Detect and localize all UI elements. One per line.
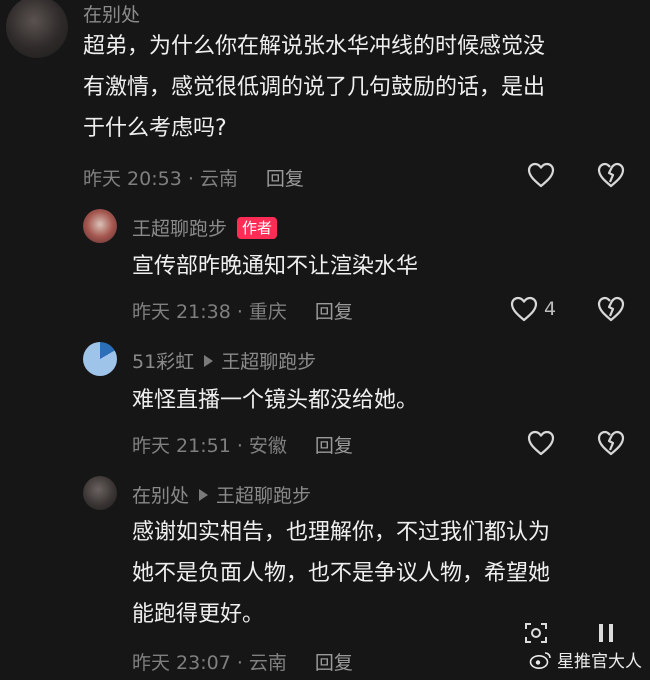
scan-icon xyxy=(525,623,547,643)
dislike-button[interactable] xyxy=(597,430,625,456)
scan-button[interactable] xyxy=(524,621,548,645)
avatar[interactable] xyxy=(83,476,117,510)
reply-button[interactable]: 回复 xyxy=(315,431,353,458)
weibo-logo-icon xyxy=(529,651,551,669)
comment-meta: 昨天 20:53 · 云南 回复 xyxy=(83,164,304,191)
reply-button[interactable]: 回复 xyxy=(315,648,353,675)
pause-icon xyxy=(599,624,613,642)
comment-text: 感谢如实相告，也理解你，不过我们都认为 她不是负面人物，也不是争议人物，希望她 … xyxy=(132,520,551,627)
avatar[interactable] xyxy=(6,0,68,58)
comment-time: 昨天 21:38 · 重庆 xyxy=(132,301,287,323)
reply-button[interactable]: 回复 xyxy=(315,297,353,324)
watermark-text: 星推官大人 xyxy=(557,652,642,672)
like-button[interactable]: 4 xyxy=(510,296,556,322)
author-badge: 作者 xyxy=(237,216,278,239)
broken-heart-icon xyxy=(597,162,625,188)
dislike-button[interactable] xyxy=(597,162,625,188)
comment-text: 超弟，为什么你在解说张水华冲线的时候感觉没 有激情，感觉很低调的说了几句鼓励的话… xyxy=(83,34,546,141)
reply-to-name[interactable]: 王超聊跑步 xyxy=(216,481,311,508)
comment-author[interactable]: 51彩虹 王超聊跑步 xyxy=(132,347,316,374)
comment-text: 宣传部昨晚通知不让渲染水华 xyxy=(132,254,419,279)
comment-meta: 昨天 21:38 · 重庆 回复 xyxy=(132,297,353,324)
reply-arrow-icon xyxy=(199,488,209,501)
broken-heart-icon xyxy=(597,430,625,456)
comment-time: 昨天 20:53 · 云南 xyxy=(83,168,238,190)
comment-author[interactable]: 王超聊跑步 作者 xyxy=(132,214,278,241)
broken-heart-icon xyxy=(597,296,625,322)
heart-icon xyxy=(527,430,555,456)
comment-meta: 昨天 21:51 · 安徽 回复 xyxy=(132,431,353,458)
like-button[interactable] xyxy=(527,430,555,456)
avatar[interactable] xyxy=(83,342,117,376)
comment-time: 昨天 21:51 · 安徽 xyxy=(132,435,287,457)
reply-button[interactable]: 回复 xyxy=(266,164,304,191)
comment-author[interactable]: 在别处 xyxy=(83,0,140,27)
comment-text: 难怪直播一个镜头都没给她。 xyxy=(132,388,419,413)
comment-author[interactable]: 在别处 王超聊跑步 xyxy=(132,481,311,508)
dislike-button[interactable] xyxy=(597,296,625,322)
like-button[interactable] xyxy=(527,162,555,188)
like-count: 4 xyxy=(544,298,557,320)
avatar[interactable] xyxy=(83,209,117,243)
weibo-watermark: 星推官大人 xyxy=(529,647,642,672)
reply-arrow-icon xyxy=(204,354,214,367)
comment-time: 昨天 23:07 · 云南 xyxy=(132,652,287,674)
reply-to-name[interactable]: 王超聊跑步 xyxy=(221,347,316,374)
pause-button[interactable] xyxy=(597,622,615,644)
heart-icon xyxy=(510,296,538,322)
comment-meta: 昨天 23:07 · 云南 回复 xyxy=(132,648,353,675)
heart-icon xyxy=(527,162,555,188)
